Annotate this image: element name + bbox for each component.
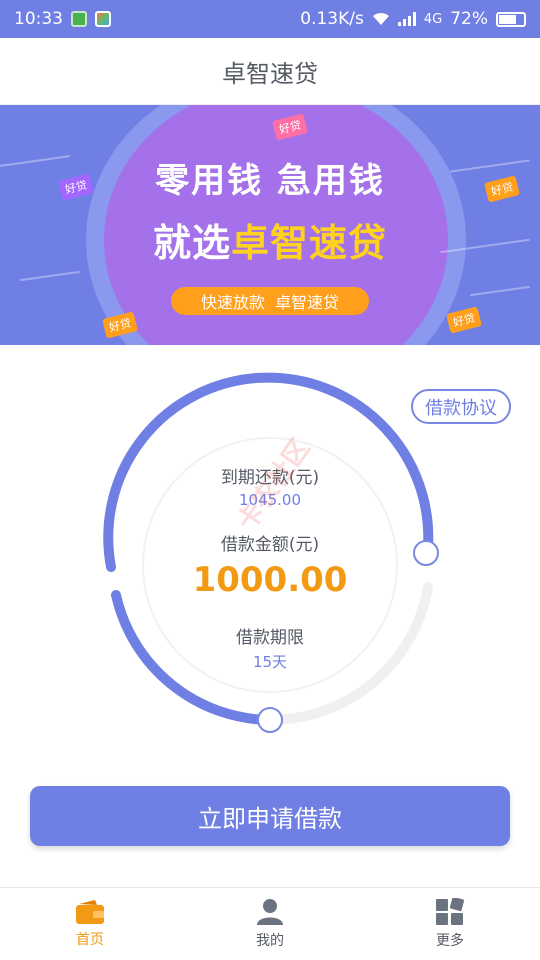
tab-home-label: 首页 <box>76 932 104 948</box>
battery-icon <box>496 11 526 27</box>
loan-term-label: 借款期限 <box>236 628 304 648</box>
wallet-icon <box>76 900 104 924</box>
wifi-icon <box>372 12 389 25</box>
banner-streak <box>20 270 80 282</box>
tab-home[interactable]: 首页 <box>0 888 180 960</box>
app-notification-icon <box>71 11 87 27</box>
banner-pill-right: 卓智速贷 <box>275 293 340 312</box>
banner-slogan-prefix: 就选 <box>152 221 231 265</box>
tab-more[interactable]: 更多 <box>360 888 540 960</box>
banner-tag: 好贷 <box>446 306 482 334</box>
banner-pill: 快速放款 卓智速贷 <box>171 287 369 315</box>
promo-banner[interactable]: 好贷 好贷 好贷 好贷 好贷 零用钱 急用钱 就选卓智速贷 快速放款 卓智速贷 <box>0 105 540 345</box>
term-slider-handle[interactable] <box>257 707 283 733</box>
network-type: 4G <box>423 11 443 27</box>
apply-loan-button[interactable]: 立即申请借款 <box>30 786 510 846</box>
grid-icon <box>436 898 465 925</box>
page-title: 卓智速贷 <box>222 59 318 88</box>
tab-more-label: 更多 <box>436 933 464 949</box>
loan-term-value: 15天 <box>252 653 288 671</box>
battery-percent: 72% <box>450 9 488 29</box>
network-speed: 0.13K/s <box>300 9 364 29</box>
status-bar: 10:33 0.13K/s 4G 72% <box>0 0 540 38</box>
status-time: 10:33 <box>14 9 63 29</box>
user-icon <box>257 899 283 925</box>
bottom-tab-bar: 首页 我的 更多 <box>0 887 540 960</box>
page-title-bar: 卓智速贷 <box>0 38 540 105</box>
tab-profile-label: 我的 <box>256 933 284 949</box>
banner-streak <box>470 285 530 297</box>
banner-pill-left: 快速放款 <box>200 293 265 312</box>
banner-slogan: 就选卓智速贷 <box>0 212 540 267</box>
banner-slogan-brand: 卓智速贷 <box>231 221 388 265</box>
signal-icon <box>397 12 416 26</box>
tab-profile[interactable]: 我的 <box>180 888 360 960</box>
banner-headline: 零用钱 急用钱 <box>155 161 385 201</box>
photos-notification-icon <box>95 11 111 27</box>
